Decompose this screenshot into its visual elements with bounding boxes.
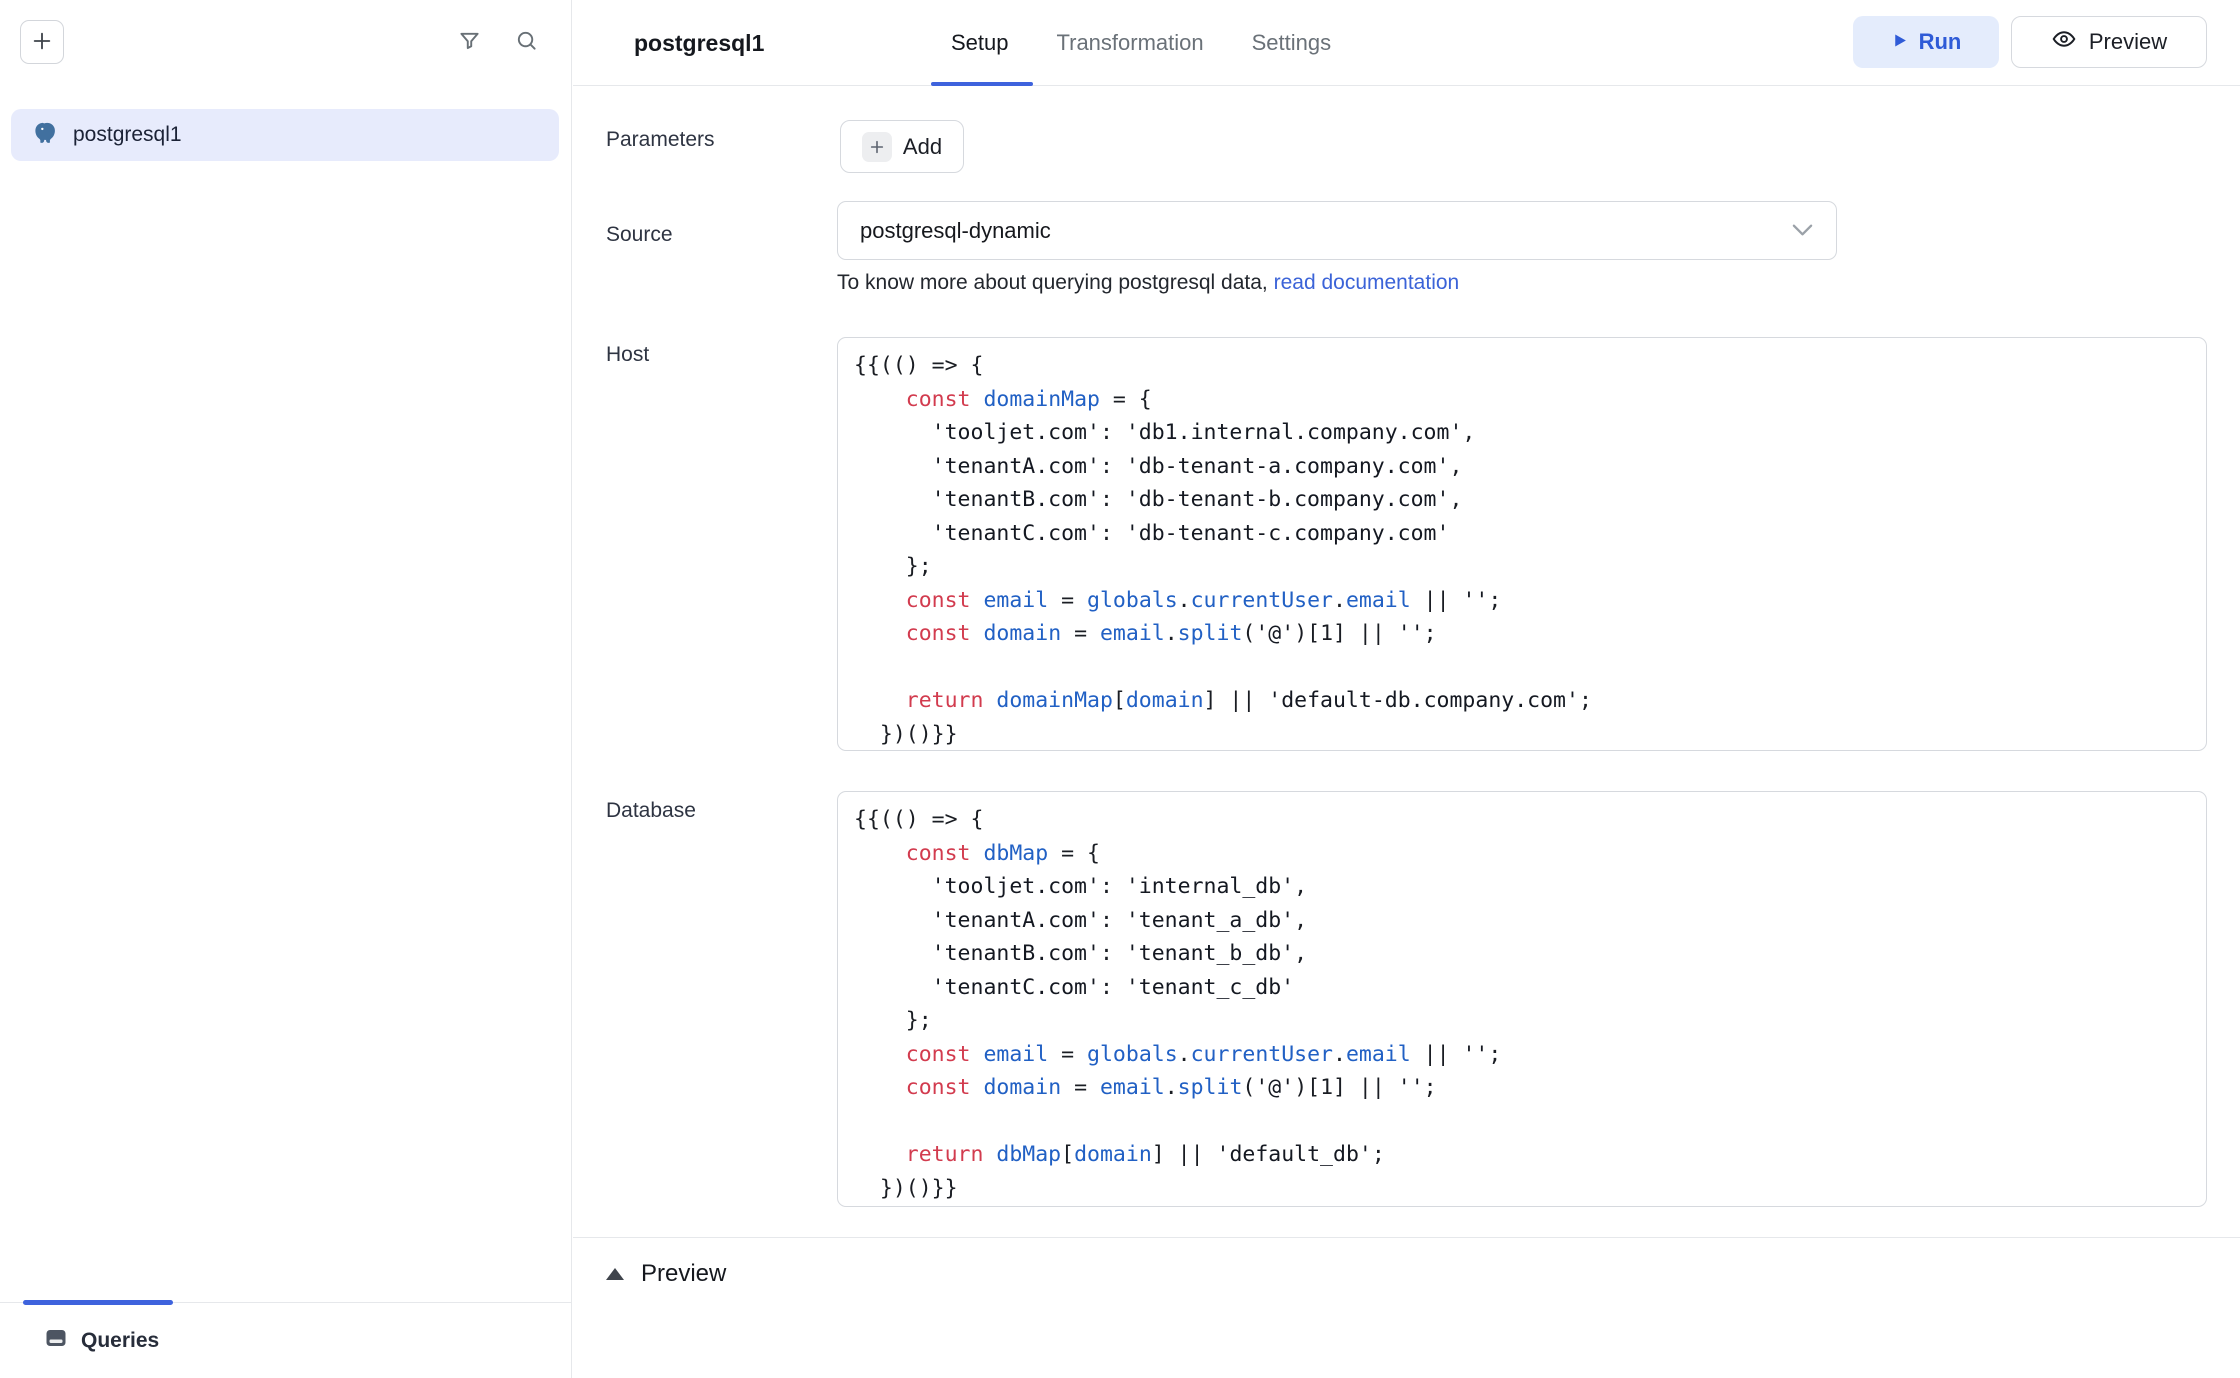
queries-panel-icon xyxy=(44,1326,68,1355)
host-code-editor[interactable]: {{(() => { const domainMap = { 'tooljet.… xyxy=(837,337,2207,751)
tab-transformation[interactable]: Transformation xyxy=(1057,30,1204,56)
queries-panel-label: Queries xyxy=(81,1329,159,1353)
queries-sidebar: postgresql1 Queries xyxy=(0,0,572,1378)
query-list-item-postgresql1[interactable]: postgresql1 xyxy=(11,109,559,161)
query-list-item-label: postgresql1 xyxy=(73,123,182,147)
preview-section-toggle[interactable]: Preview xyxy=(606,1252,726,1296)
new-query-button[interactable] xyxy=(20,20,64,64)
eye-icon xyxy=(2051,26,2077,58)
active-panel-indicator xyxy=(23,1300,173,1305)
preview-section-divider xyxy=(573,1237,2240,1238)
filter-button[interactable] xyxy=(453,26,485,58)
preview-button-label: Preview xyxy=(2089,29,2167,55)
preview-section-label: Preview xyxy=(641,1260,726,1288)
query-editor-app: postgresql1 Queries postgresql1 Setup Tr… xyxy=(0,0,2240,1378)
chevron-down-icon xyxy=(1791,218,1814,244)
read-documentation-link[interactable]: read documentation xyxy=(1274,271,1460,294)
triangle-up-icon xyxy=(606,1268,624,1280)
tab-setup[interactable]: Setup xyxy=(951,30,1009,56)
active-tab-indicator xyxy=(931,82,1033,86)
search-button[interactable] xyxy=(510,26,542,58)
plus-icon xyxy=(862,132,892,162)
database-label: Database xyxy=(606,799,696,823)
run-button[interactable]: Run xyxy=(1853,16,1999,68)
add-button-label: Add xyxy=(903,134,942,160)
query-tabs: Setup Transformation Settings xyxy=(951,0,1331,86)
postgresql-icon xyxy=(33,120,59,151)
plus-icon xyxy=(31,30,53,55)
add-parameter-button[interactable]: Add xyxy=(840,120,964,173)
run-button-label: Run xyxy=(1919,29,1962,55)
play-icon xyxy=(1891,29,1908,55)
tab-settings[interactable]: Settings xyxy=(1252,30,1332,56)
source-select-value: postgresql-dynamic xyxy=(860,218,1051,244)
queries-panel-tab[interactable]: Queries xyxy=(0,1302,571,1378)
preview-button[interactable]: Preview xyxy=(2011,16,2207,68)
query-header: postgresql1 Setup Transformation Setting… xyxy=(573,0,2240,86)
filter-icon xyxy=(458,29,481,55)
host-label: Host xyxy=(606,343,649,367)
source-label: Source xyxy=(606,223,673,247)
parameters-label: Parameters xyxy=(606,128,715,152)
source-select[interactable]: postgresql-dynamic xyxy=(837,201,1837,260)
source-help-prefix: To know more about querying postgresql d… xyxy=(837,271,1274,294)
source-help-text: To know more about querying postgresql d… xyxy=(837,271,1459,295)
search-icon xyxy=(515,29,538,55)
query-editor-main: postgresql1 Setup Transformation Setting… xyxy=(573,0,2240,1378)
database-code-editor[interactable]: {{(() => { const dbMap = { 'tooljet.com'… xyxy=(837,791,2207,1207)
query-name[interactable]: postgresql1 xyxy=(634,0,764,86)
